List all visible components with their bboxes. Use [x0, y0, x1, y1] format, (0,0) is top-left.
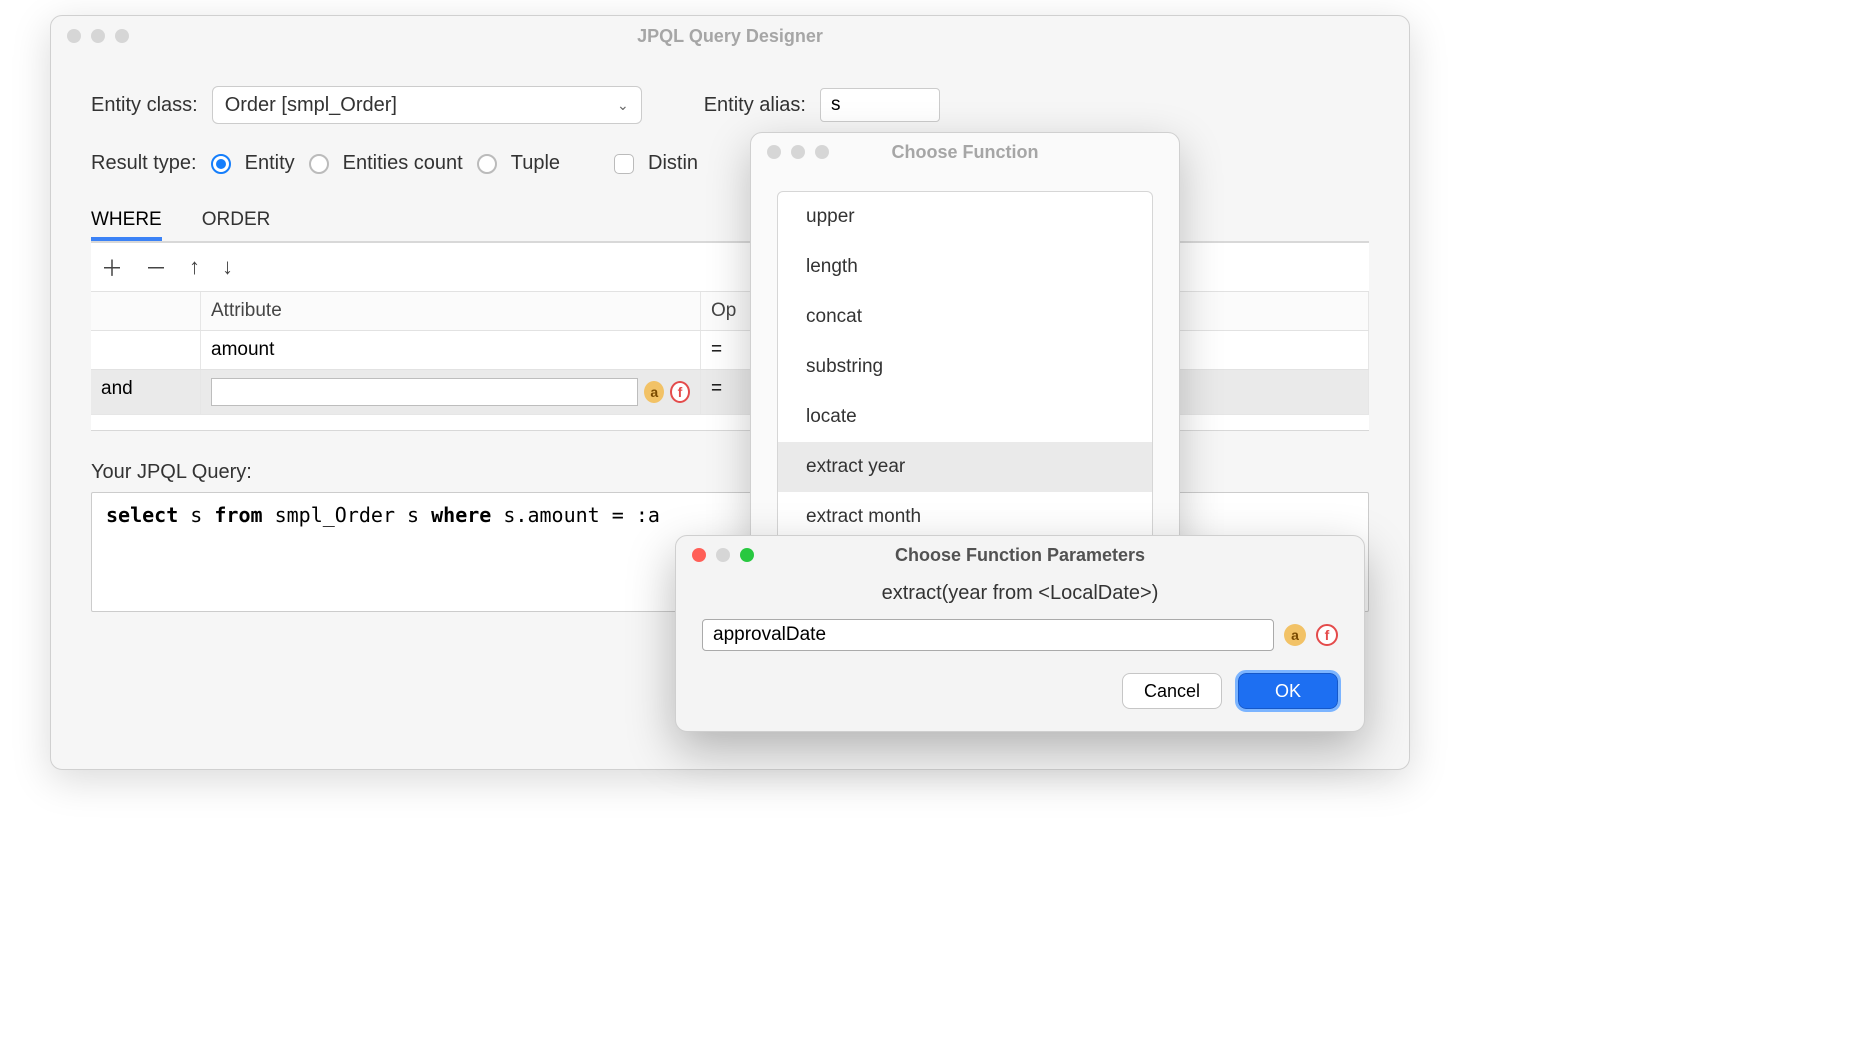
- attribute-picker-icon[interactable]: a: [1284, 624, 1306, 646]
- list-item[interactable]: substring: [778, 342, 1152, 392]
- close-icon[interactable]: [67, 29, 81, 43]
- function-picker-icon[interactable]: f: [670, 381, 690, 403]
- radio-entity[interactable]: [211, 154, 231, 174]
- col-attribute-header: Attribute: [201, 292, 701, 330]
- close-icon[interactable]: [692, 548, 706, 562]
- attribute-picker-icon[interactable]: a: [644, 381, 664, 403]
- radio-entity-label: Entity: [245, 152, 295, 175]
- move-up-icon[interactable]: ↑: [189, 254, 200, 280]
- col-join-header: [91, 292, 201, 330]
- attribute-input[interactable]: [211, 378, 638, 406]
- list-item[interactable]: locate: [778, 392, 1152, 442]
- param-titlebar: Choose Function Parameters: [676, 536, 1364, 574]
- attribute-cell[interactable]: amount: [201, 331, 701, 369]
- attribute-cell[interactable]: a f: [201, 370, 701, 414]
- join-cell: [91, 331, 201, 369]
- radio-entities-count[interactable]: [309, 154, 329, 174]
- list-item[interactable]: extract year: [778, 442, 1152, 492]
- function-list[interactable]: upper length concat substring locate ext…: [777, 191, 1153, 541]
- distinct-checkbox[interactable]: [614, 154, 634, 174]
- parameter-input[interactable]: [702, 619, 1274, 651]
- close-icon[interactable]: [767, 145, 781, 159]
- list-item[interactable]: length: [778, 242, 1152, 292]
- list-item[interactable]: concat: [778, 292, 1152, 342]
- chevron-down-icon: ⌄: [617, 97, 629, 114]
- window-title: JPQL Query Designer: [51, 26, 1409, 47]
- ok-button[interactable]: OK: [1238, 673, 1338, 709]
- minimize-icon[interactable]: [791, 145, 805, 159]
- tab-where[interactable]: WHERE: [91, 203, 162, 241]
- entity-alias-input[interactable]: [820, 88, 940, 122]
- zoom-icon[interactable]: [740, 548, 754, 562]
- list-item[interactable]: extract month: [778, 492, 1152, 541]
- radio-tuple-label: Tuple: [511, 152, 560, 175]
- radio-entities-count-label: Entities count: [343, 152, 463, 175]
- entity-class-value: Order [smpl_Order]: [225, 94, 397, 117]
- zoom-icon[interactable]: [815, 145, 829, 159]
- func-titlebar: Choose Function: [751, 133, 1179, 171]
- minimize-icon[interactable]: [91, 29, 105, 43]
- distinct-label: Distin: [648, 152, 698, 175]
- radio-tuple[interactable]: [477, 154, 497, 174]
- move-down-icon[interactable]: ↓: [222, 254, 233, 280]
- result-type-label: Result type:: [91, 152, 197, 175]
- remove-row-icon[interactable]: －: [145, 251, 167, 283]
- join-cell: and: [91, 370, 201, 414]
- entity-class-label: Entity class:: [91, 94, 198, 117]
- list-item[interactable]: upper: [778, 192, 1152, 242]
- function-signature: extract(year from <LocalDate>): [702, 582, 1338, 605]
- cancel-button[interactable]: Cancel: [1122, 673, 1222, 709]
- zoom-icon[interactable]: [115, 29, 129, 43]
- add-row-icon[interactable]: ＋: [101, 251, 123, 283]
- function-picker-icon[interactable]: f: [1316, 624, 1338, 646]
- main-titlebar: JPQL Query Designer: [51, 16, 1409, 56]
- entity-class-select[interactable]: Order [smpl_Order] ⌄: [212, 86, 642, 124]
- choose-function-parameters-dialog: Choose Function Parameters extract(year …: [675, 535, 1365, 732]
- tab-order[interactable]: ORDER: [202, 203, 271, 241]
- param-dialog-title: Choose Function Parameters: [676, 545, 1364, 566]
- entity-alias-label: Entity alias:: [704, 94, 806, 117]
- choose-function-window: Choose Function upper length concat subs…: [750, 132, 1180, 566]
- minimize-icon[interactable]: [716, 548, 730, 562]
